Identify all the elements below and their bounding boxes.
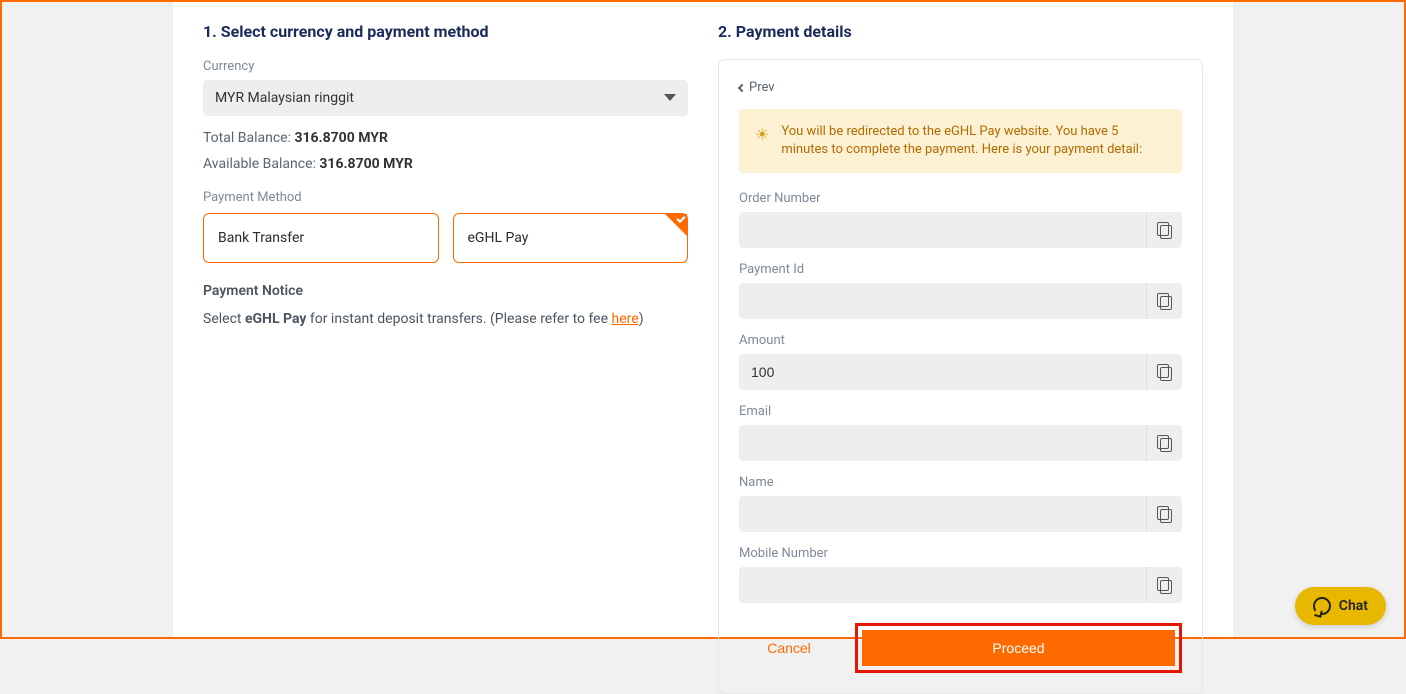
chat-label: Chat xyxy=(1339,598,1368,614)
copy-button[interactable] xyxy=(1146,212,1182,248)
order-number-input[interactable] xyxy=(739,212,1146,248)
field-mobile: Mobile Number xyxy=(739,546,1182,603)
copy-icon xyxy=(1158,436,1171,451)
payment-id-input[interactable] xyxy=(739,283,1146,319)
available-balance-value: 316.8700 MYR xyxy=(319,156,412,172)
redirect-warning: ☀ You will be redirected to the eGHL Pay… xyxy=(739,109,1182,173)
main-container: 1. Select currency and payment method Cu… xyxy=(173,2,1233,637)
copy-button[interactable] xyxy=(1146,425,1182,461)
field-label: Email xyxy=(739,404,1182,419)
email-input[interactable] xyxy=(739,425,1146,461)
notice-bold: eGHL Pay xyxy=(245,311,306,327)
payment-notice-title: Payment Notice xyxy=(203,283,688,299)
amount-input[interactable] xyxy=(739,354,1146,390)
field-amount: Amount xyxy=(739,333,1182,390)
copy-button[interactable] xyxy=(1146,567,1182,603)
field-label: Name xyxy=(739,475,1182,490)
field-label: Payment Id xyxy=(739,262,1182,277)
proceed-button[interactable]: Proceed xyxy=(862,630,1175,666)
copy-icon xyxy=(1158,223,1171,238)
action-row: Cancel Proceed xyxy=(739,623,1182,673)
payment-method-label-text: Bank Transfer xyxy=(218,230,304,246)
notice-mid: for instant deposit transfers. (Please r… xyxy=(306,311,611,327)
total-balance-row: Total Balance: 316.8700 MYR xyxy=(203,130,688,146)
available-balance-row: Available Balance: 316.8700 MYR xyxy=(203,156,688,172)
selected-corner-icon xyxy=(665,214,687,236)
payment-notice-text: Select eGHL Pay for instant deposit tran… xyxy=(203,311,688,327)
field-email: Email xyxy=(739,404,1182,461)
step2-panel: 2. Payment details Prev ☀ You will be re… xyxy=(718,22,1203,617)
notice-suffix: ) xyxy=(639,311,644,327)
notice-prefix: Select xyxy=(203,311,245,327)
prev-link[interactable]: Prev xyxy=(739,80,1182,95)
field-order-number: Order Number xyxy=(739,191,1182,248)
chevron-left-icon xyxy=(738,83,746,91)
warning-message: You will be redirected to the eGHL Pay w… xyxy=(781,123,1166,159)
payment-details-panel: Prev ☀ You will be redirected to the eGH… xyxy=(718,59,1203,694)
mobile-input[interactable] xyxy=(739,567,1146,603)
copy-icon xyxy=(1158,507,1171,522)
currency-value: MYR Malaysian ringgit xyxy=(215,90,354,106)
name-input[interactable] xyxy=(739,496,1146,532)
chat-icon xyxy=(1313,597,1331,615)
chevron-down-icon xyxy=(664,94,676,102)
copy-icon xyxy=(1158,294,1171,309)
step2-title: 2. Payment details xyxy=(718,22,1203,41)
payment-method-eghl[interactable]: eGHL Pay xyxy=(453,213,689,263)
field-name: Name xyxy=(739,475,1182,532)
payment-method-label: Payment Method xyxy=(203,190,688,205)
sun-icon: ☀ xyxy=(755,125,769,159)
step1-title: 1. Select currency and payment method xyxy=(203,22,688,41)
copy-button[interactable] xyxy=(1146,354,1182,390)
copy-icon xyxy=(1158,578,1171,593)
copy-icon xyxy=(1158,365,1171,380)
currency-label: Currency xyxy=(203,59,688,74)
total-balance-label: Total Balance: xyxy=(203,130,291,146)
step1-panel: 1. Select currency and payment method Cu… xyxy=(203,22,688,617)
payment-method-label-text: eGHL Pay xyxy=(468,230,529,246)
proceed-highlight: Proceed xyxy=(855,623,1182,673)
cancel-button[interactable]: Cancel xyxy=(739,623,839,673)
field-label: Mobile Number xyxy=(739,546,1182,561)
payment-method-bank-transfer[interactable]: Bank Transfer xyxy=(203,213,439,263)
payment-method-group: Bank Transfer eGHL Pay xyxy=(203,213,688,263)
chat-widget[interactable]: Chat xyxy=(1295,587,1386,625)
field-label: Order Number xyxy=(739,191,1182,206)
copy-button[interactable] xyxy=(1146,496,1182,532)
field-label: Amount xyxy=(739,333,1182,348)
fee-link[interactable]: here xyxy=(612,311,639,327)
total-balance-value: 316.8700 MYR xyxy=(294,130,387,146)
currency-select[interactable]: MYR Malaysian ringgit xyxy=(203,80,688,116)
prev-text: Prev xyxy=(749,80,775,95)
available-balance-label: Available Balance: xyxy=(203,156,316,172)
field-payment-id: Payment Id xyxy=(739,262,1182,319)
copy-button[interactable] xyxy=(1146,283,1182,319)
